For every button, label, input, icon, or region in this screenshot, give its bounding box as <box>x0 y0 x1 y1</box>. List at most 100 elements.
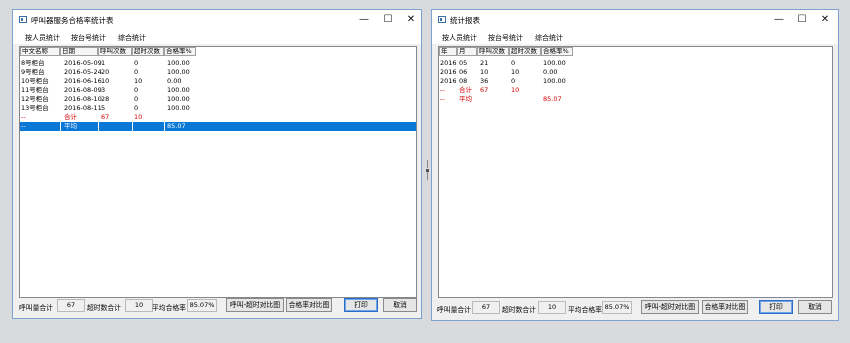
average-row-selected[interactable]: -- 平均 85.07 <box>20 122 416 131</box>
cell-divider <box>132 122 164 131</box>
close-icon[interactable]: ✕ <box>818 14 832 26</box>
cell-calls: 67 <box>101 113 110 121</box>
menu-by-person[interactable]: 按人员统计 <box>442 33 477 43</box>
cell-rate: 100.00 <box>167 68 190 76</box>
maximize-icon[interactable]: ☐ <box>381 14 395 26</box>
report-window-left: 呼叫器服务合格率统计表 — ☐ ✕ 按人员统计 按台号统计 综合统计 中文名称 … <box>12 9 422 319</box>
cell-calls: 36 <box>480 77 489 85</box>
cell-date: 2016-08-09 <box>64 86 102 94</box>
menu-by-person[interactable]: 按人员统计 <box>25 33 60 43</box>
cell-rate: 100.00 <box>167 86 190 94</box>
table-row[interactable]: 2016 06 10 10 0.00 <box>439 68 832 77</box>
table-row[interactable]: 9号柜台 2016-05-24 20 0 100.00 <box>20 68 416 77</box>
title-bar[interactable]: 统计报表 — ☐ ✕ <box>432 10 838 30</box>
menu-by-counter[interactable]: 按台号统计 <box>71 33 106 43</box>
cancel-button[interactable]: 取消 <box>798 300 832 314</box>
cell-rate: 85.07 <box>543 95 562 103</box>
cell-calls: 10 <box>480 68 489 76</box>
cell-timeouts: 0 <box>511 59 516 67</box>
cell-timeouts: 0 <box>134 104 139 112</box>
rate-chart-button[interactable]: 合格率对比图 <box>286 298 332 312</box>
cell-timeouts: 10 <box>511 68 520 76</box>
stats-grid[interactable]: 年 月 呼叫次数 超时次数 合格率% 2016 05 21 0 100.00 2… <box>438 46 833 298</box>
menu-by-counter[interactable]: 按台号统计 <box>488 33 523 43</box>
col-header-rate[interactable]: 合格率% <box>164 47 196 56</box>
cell-calls <box>479 95 480 104</box>
cell-month: 合计 <box>459 86 472 94</box>
timeout-total-field: 10 <box>538 301 566 314</box>
cell-calls: 10 <box>101 77 110 85</box>
cell-date: 平均 <box>64 122 77 130</box>
col-header-month[interactable]: 月 <box>457 47 477 56</box>
close-icon[interactable]: ✕ <box>404 14 418 26</box>
average-row[interactable]: -- 平均 85.07 <box>439 95 832 104</box>
cell-year: 2016 <box>440 59 457 67</box>
cell-name: 10号柜台 <box>21 77 49 85</box>
cell-timeouts: 0 <box>134 86 139 94</box>
col-header-name[interactable]: 中文名称 <box>20 47 60 56</box>
col-header-date[interactable]: 日期 <box>60 47 98 56</box>
cell-date: 2016-08-11 <box>64 104 102 112</box>
table-row[interactable]: 11号柜台 2016-08-09 3 0 100.00 <box>20 86 416 95</box>
table-row[interactable]: 2016 05 21 0 100.00 <box>439 59 832 68</box>
col-header-timeouts[interactable]: 超时次数 <box>509 47 541 56</box>
minimize-icon[interactable]: — <box>357 14 371 26</box>
call-total-field: 67 <box>57 299 85 312</box>
cell-divider <box>98 122 132 131</box>
total-row[interactable]: -- 合计 67 10 <box>439 86 832 95</box>
window-title: 呼叫器服务合格率统计表 <box>31 16 114 25</box>
cancel-button[interactable]: 取消 <box>383 298 417 312</box>
maximize-icon[interactable]: ☐ <box>795 14 809 26</box>
cell-rate <box>166 113 167 122</box>
cell-calls: 28 <box>101 95 110 103</box>
minimize-icon[interactable]: — <box>772 14 786 26</box>
title-bar[interactable]: 呼叫器服务合格率统计表 — ☐ ✕ <box>13 10 421 30</box>
table-row[interactable]: 10号柜台 2016-06-16 10 10 0.00 <box>20 77 416 86</box>
print-button[interactable]: 打印 <box>759 300 793 314</box>
total-row[interactable]: -- 合计 67 10 <box>20 113 416 122</box>
cell-rate: 100.00 <box>167 95 190 103</box>
menu-bar: 按人员统计 按台号统计 综合统计 <box>432 30 838 44</box>
table-row[interactable]: 12号柜台 2016-08-10 28 0 100.00 <box>20 95 416 104</box>
cell-calls <box>100 122 101 131</box>
cell-name: 9号柜台 <box>21 68 45 76</box>
grid-header: 中文名称 日期 呼叫次数 超时次数 合格率% <box>20 47 416 57</box>
grid-header: 年 月 呼叫次数 超时次数 合格率% <box>439 47 832 57</box>
cell-rate: 85.07 <box>167 122 186 130</box>
timeout-chart-button[interactable]: 呼叫-超时对比图 <box>641 300 699 314</box>
cell-timeouts <box>133 122 134 131</box>
table-row[interactable]: 2016 08 36 0 100.00 <box>439 77 832 86</box>
cell-timeouts: 10 <box>134 77 143 85</box>
cell-name: 8号柜台 <box>21 59 45 67</box>
rate-chart-button[interactable]: 合格率对比图 <box>702 300 748 314</box>
cell-timeouts <box>510 95 511 104</box>
timeout-chart-button[interactable]: 呼叫-超时对比图 <box>226 298 284 312</box>
splitter-handle[interactable] <box>425 160 430 182</box>
table-row[interactable]: 8号柜台 2016-05-09 1 0 100.00 <box>20 59 416 68</box>
summary-footer: 呼叫量合计 67 超时数合计 10 平均合格率 85.07% 呼叫-超时对比图 … <box>13 296 421 318</box>
col-header-year[interactable]: 年 <box>439 47 457 56</box>
print-button[interactable]: 打印 <box>344 298 378 312</box>
cell-month: 05 <box>459 59 468 67</box>
cell-calls: 1 <box>101 59 106 67</box>
cell-timeouts: 10 <box>511 86 520 94</box>
cell-calls: 20 <box>101 68 110 76</box>
cell-month: 平均 <box>459 95 472 103</box>
col-header-calls[interactable]: 呼叫次数 <box>477 47 509 56</box>
timeout-total-label: 超时数合计 <box>87 304 121 312</box>
call-total-label: 呼叫量合计 <box>19 304 53 312</box>
cell-timeouts: 0 <box>511 77 516 85</box>
avg-rate-label: 平均合格率 <box>152 304 186 312</box>
stats-grid[interactable]: 中文名称 日期 呼叫次数 超时次数 合格率% 8号柜台 2016-05-09 1… <box>19 46 417 298</box>
timeout-total-label: 超时数合计 <box>502 306 536 314</box>
cell-timeouts: 10 <box>134 113 143 121</box>
col-header-calls[interactable]: 呼叫次数 <box>98 47 132 56</box>
cell-calls: 3 <box>101 86 106 94</box>
table-row[interactable]: 13号柜台 2016-08-11 5 0 100.00 <box>20 104 416 113</box>
menu-overall[interactable]: 综合统计 <box>535 33 563 43</box>
menu-bar: 按人员统计 按台号统计 综合统计 <box>13 30 421 44</box>
menu-overall[interactable]: 综合统计 <box>118 33 146 43</box>
cell-rate: 100.00 <box>543 59 566 67</box>
col-header-timeouts[interactable]: 超时次数 <box>132 47 164 56</box>
col-header-rate[interactable]: 合格率% <box>541 47 573 56</box>
